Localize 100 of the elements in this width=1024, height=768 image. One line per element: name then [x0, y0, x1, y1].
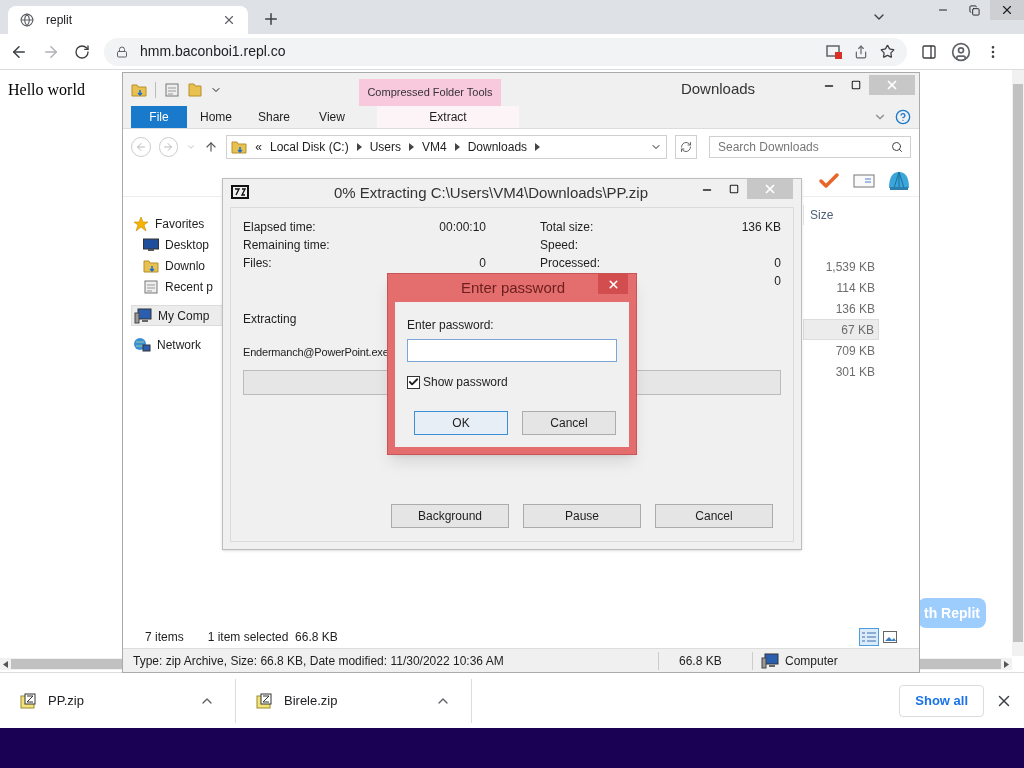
download-name: PP.zip — [48, 691, 85, 710]
details-view-icon — [859, 628, 879, 646]
address-bar[interactable]: hmm.baconboi1.repl.co — [104, 37, 907, 66]
file-size-cell: 67 KB — [803, 319, 879, 340]
maximize-icon — [851, 80, 861, 90]
stat-label: Speed: — [540, 237, 580, 254]
stat-value: 00:00:10 — [439, 219, 486, 236]
dialog-button[interactable]: Cancel — [655, 504, 773, 528]
caret-icon — [186, 142, 197, 152]
network-icon — [133, 336, 151, 353]
app-icon — [231, 185, 249, 199]
computer-icon — [134, 307, 152, 324]
folder-icon — [188, 81, 202, 98]
download-item[interactable]: PP.zip — [0, 678, 236, 723]
stat-value: 0 — [774, 273, 781, 290]
breadcrumb-prefix: « — [255, 139, 262, 156]
dialog-button[interactable]: Background — [391, 504, 509, 528]
tab-title: replit — [46, 12, 73, 29]
selection-info: 1 item selected 66.8 KB — [207, 629, 338, 646]
archive-icon — [20, 692, 36, 709]
dialog-title: 0% Extracting C:\Users\VM4\Downloads\PP.zip — [333, 182, 649, 203]
chevron-right-icon — [535, 143, 541, 151]
close-icon — [885, 78, 899, 92]
status-size: 66.8 KB — [659, 651, 753, 670]
folder-icon — [131, 81, 147, 98]
star-icon — [880, 44, 895, 59]
reload-icon — [74, 43, 90, 60]
thumbnail-view-icon — [883, 631, 897, 643]
close-icon — [763, 182, 777, 196]
dialog-button[interactable]: Cancel — [522, 411, 616, 435]
search-icon — [891, 141, 903, 153]
document-icon — [143, 278, 159, 295]
stat-label: Elapsed time: — [243, 219, 317, 236]
context-tab-label: Compressed Folder Tools — [359, 79, 501, 106]
file-tab[interactable]: File — [131, 106, 187, 128]
window-title: Downloads — [679, 79, 757, 100]
close-icon — [606, 277, 620, 291]
shell-icon — [887, 169, 911, 192]
download-item[interactable]: Birele.zip — [236, 678, 472, 723]
stat-value: 136 KB — [741, 219, 781, 236]
browser-tab[interactable]: replit — [8, 6, 248, 34]
url-text: hmm.baconboi1.repl.co — [140, 42, 287, 61]
stat-label: Remaining time: — [243, 237, 331, 254]
dialog-title: Enter password — [459, 277, 567, 298]
monitor-icon — [143, 237, 159, 252]
blocked-popup-icon — [826, 44, 842, 59]
share-icon — [854, 44, 868, 59]
stat-label: Files: — [243, 255, 273, 272]
scroll-left-icon[interactable] — [3, 660, 8, 668]
column-header[interactable]: Size — [810, 206, 834, 224]
refresh-icon — [675, 135, 697, 159]
breadcrumb-item[interactable]: VM4 — [422, 138, 447, 156]
ribbon-tab[interactable]: Extract — [377, 106, 519, 128]
help-icon — [895, 109, 911, 125]
close-button[interactable] — [990, 0, 1024, 20]
stat-value: 0 — [479, 255, 486, 272]
ribbon-tab[interactable]: Share — [245, 106, 303, 128]
nav-item[interactable]: Recent p — [133, 276, 301, 297]
chevron-right-icon — [409, 143, 414, 151]
dialog-button[interactable]: OK — [414, 411, 508, 435]
vertical-scrollbar[interactable] — [1012, 70, 1024, 656]
computer-icon — [761, 652, 779, 669]
search-field[interactable]: Search Downloads — [709, 136, 911, 158]
scroll-right-icon[interactable] — [1004, 660, 1009, 668]
checkbox[interactable] — [407, 375, 420, 389]
dialog-button[interactable]: Pause — [523, 504, 641, 528]
address-bar[interactable]: « Local Disk (C:) Users VM4 Downloads — [226, 135, 668, 159]
show-all-button[interactable]: Show all — [899, 684, 984, 717]
card-icon — [853, 172, 875, 189]
chevron-right-icon — [356, 143, 362, 151]
breadcrumb-item[interactable]: Local Disk (C:) — [269, 138, 349, 156]
file-size-cell-text: 709 KB — [834, 342, 876, 360]
password-field[interactable] — [407, 339, 617, 362]
ribbon-tab[interactable]: Home — [187, 106, 245, 128]
new-tab-icon — [262, 10, 280, 28]
file-size-cell-text: 1,539 KB — [824, 258, 876, 276]
close-icon — [1000, 3, 1014, 17]
file-name: Endermanch@PowerPoint.exe — [243, 345, 389, 360]
item-count: 7 items — [145, 629, 184, 646]
globe-icon — [20, 13, 34, 27]
status-text: Extracting — [243, 311, 297, 328]
close-icon — [222, 13, 236, 27]
breadcrumb-item[interactable]: Downloads — [467, 138, 528, 156]
lock-icon — [116, 45, 128, 58]
file-size-cell-text: 301 KB — [834, 363, 876, 381]
breadcrumb-item[interactable]: Users — [369, 138, 401, 156]
download-name: Birele.zip — [284, 691, 339, 710]
file-size-cell-text: 114 KB — [835, 279, 876, 297]
stat-value: 0 — [774, 255, 781, 272]
restore-icon — [969, 4, 980, 16]
folder-icon — [231, 139, 248, 155]
document-icon — [164, 81, 180, 98]
maximize-icon — [729, 184, 739, 194]
star-icon — [133, 215, 149, 232]
stat-label: Processed: — [540, 255, 602, 272]
stat-label: Total size: — [540, 219, 595, 236]
side-panel-icon — [921, 43, 937, 60]
status-location: Computer — [785, 652, 838, 670]
ribbon-tab[interactable]: View — [303, 106, 361, 128]
field-label: Enter password: — [407, 317, 495, 334]
